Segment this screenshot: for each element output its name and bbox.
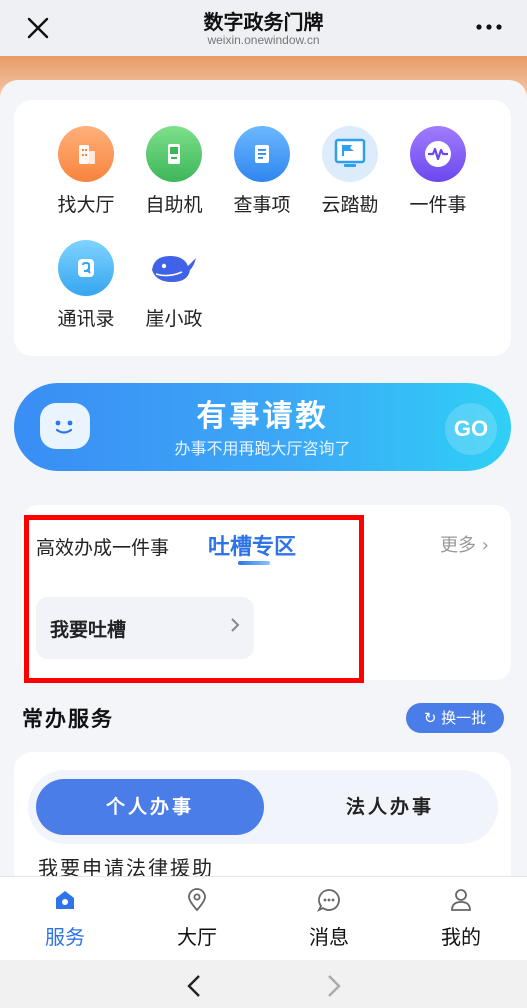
home-icon — [52, 887, 78, 913]
service-type-segment: 个人办事 法人办事 — [28, 770, 498, 844]
browser-navigation-bar — [0, 960, 527, 1008]
pulse-icon — [410, 126, 466, 182]
ask-banner-subtitle: 办事不用再跑大厅咨询了 — [174, 439, 351, 458]
tab-messages[interactable]: 消息 — [284, 887, 374, 950]
title-bar: 数字政务门牌 weixin.onewindow.cn — [0, 0, 527, 56]
refresh-button[interactable]: ↻ 换一批 — [406, 703, 504, 733]
tab-personal-services[interactable]: 个人办事 — [36, 779, 264, 835]
more-link[interactable]: 更多 › — [440, 531, 489, 557]
page-title: 数字政务门牌 — [203, 10, 324, 34]
user-icon — [448, 887, 474, 913]
forward-button[interactable] — [318, 972, 348, 1000]
common-services-title: 常办服务 — [22, 707, 114, 731]
grid-item-contacts[interactable]: 通讯录 — [46, 240, 126, 331]
grid-item-cloud-survey[interactable]: 云踏勘 — [310, 126, 390, 217]
whale-icon — [146, 240, 202, 296]
grid-item-label: 云踏勘 — [321, 194, 379, 216]
chevron-left-icon — [187, 975, 200, 997]
grid-item-find-hall[interactable]: 找大厅 — [46, 126, 126, 217]
function-grid: 找大厅 自助机 查事项 云踏勘 一件事 通讯录 崖小政 — [14, 100, 511, 356]
ask-banner-title: 有事请教 — [196, 399, 329, 434]
tab-label: 消息 — [309, 925, 349, 949]
grid-item-label: 崖小政 — [145, 308, 203, 330]
chevron-right-icon — [328, 975, 341, 997]
grid-item-label: 通讯录 — [57, 308, 115, 330]
go-button[interactable]: GO — [445, 403, 497, 455]
more-menu-button[interactable] — [473, 16, 505, 38]
bottom-tab-bar: 服务 大厅 消息 我的 — [0, 876, 527, 961]
message-icon — [316, 887, 342, 913]
refresh-label: 换一批 — [441, 709, 487, 727]
document-icon — [234, 126, 290, 182]
grid-item-label: 一件事 — [409, 194, 467, 216]
more-dots-icon — [476, 24, 502, 30]
ask-question-banner[interactable]: 有事请教 办事不用再跑大厅咨询了 GO — [14, 383, 511, 471]
tab-services[interactable]: 服务 — [20, 887, 110, 950]
tab-profile[interactable]: 我的 — [416, 887, 506, 950]
kiosk-icon — [146, 126, 202, 182]
grid-item-one-thing[interactable]: 一件事 — [398, 126, 478, 217]
tab-legal-services[interactable]: 法人办事 — [290, 779, 490, 835]
highlight-annotation-box — [24, 515, 364, 683]
location-icon — [184, 887, 210, 913]
grid-item-assistant[interactable]: 崖小政 — [134, 240, 214, 331]
grid-item-search-items[interactable]: 查事项 — [222, 126, 302, 217]
grid-item-kiosk[interactable]: 自助机 — [134, 126, 214, 217]
tab-hall[interactable]: 大厅 — [152, 887, 242, 950]
grid-item-label: 找大厅 — [57, 194, 115, 216]
page-url: weixin.onewindow.cn — [207, 33, 320, 47]
grid-item-label: 自助机 — [145, 194, 203, 216]
tab-label: 服务 — [45, 925, 85, 949]
tab-label: 大厅 — [177, 925, 217, 949]
monitor-icon — [322, 126, 378, 182]
more-link-label: 更多 — [440, 535, 477, 556]
back-button[interactable] — [180, 972, 210, 1000]
grid-item-label: 查事项 — [233, 194, 291, 216]
chevron-right-icon: › — [481, 535, 489, 556]
refresh-icon: ↻ — [423, 709, 437, 727]
contacts-icon — [58, 240, 114, 296]
tab-label: 我的 — [441, 925, 481, 949]
building-icon — [58, 126, 114, 182]
